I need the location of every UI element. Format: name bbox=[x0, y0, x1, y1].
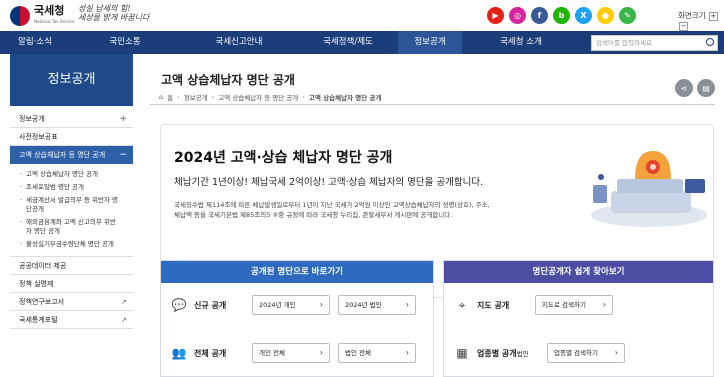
hero-subtitle: 체납기간 1년이상! 체납국세 2억이상! 고액·상습 체납자의 명단을 공개합… bbox=[174, 177, 484, 188]
logo-subtext: National Tax Service bbox=[34, 19, 75, 24]
row-label: 지도 공개 bbox=[477, 300, 510, 310]
row-label: 전체 공개 bbox=[194, 348, 227, 358]
gnb-item-4[interactable]: 정보공개 bbox=[398, 31, 462, 54]
sidebar: 정보공개 정보공개 + 사전정보공표 고액 상습체납자 등 명단 공개 − 고액… bbox=[10, 54, 133, 377]
breadcrumb-item[interactable]: 정보공개 bbox=[184, 92, 208, 102]
gnb-item-2[interactable]: 국세신고안내 bbox=[180, 31, 298, 54]
sidebar-title: 정보공개 bbox=[10, 54, 133, 106]
search-helper-card: 명단공개자 쉽게 찾아보기 ⌖ 지도 공개 지도로 검색하기 › ▦ 업종별 공개… bbox=[443, 260, 714, 377]
gnb-item-0[interactable]: 알림·소식 bbox=[0, 31, 70, 54]
hero-title: 2024년 고액·상습 체납자 명단 공개 bbox=[174, 150, 393, 166]
chevron-right-icon: › bbox=[319, 300, 323, 309]
breadcrumb-item[interactable]: 홈 bbox=[167, 92, 173, 102]
card-header: 공개된 명단으로 바로가기 bbox=[161, 261, 433, 283]
sidebar-item-policy-name[interactable]: 정책 실명제 bbox=[10, 275, 133, 293]
all-corporate-button[interactable]: 법인 전체 › bbox=[338, 343, 416, 363]
page-tools: ⋖ ▤ bbox=[675, 79, 715, 97]
new-individual-button[interactable]: 2024년 개인 › bbox=[252, 295, 330, 315]
building-icon: ▦ bbox=[456, 346, 468, 360]
sidebar-item-tax-statistics[interactable]: 국세통계포털 ↗ bbox=[10, 311, 133, 329]
chevron-right-icon: › bbox=[319, 348, 323, 357]
row-label: 업종별 공개법인 bbox=[477, 348, 529, 358]
sns-links: ▶ ◎ f b X ● ✎ bbox=[487, 7, 636, 24]
page: 국세청 National Tax Service 성실 납세의 힘! 세상을 밝… bbox=[0, 0, 724, 377]
divider bbox=[150, 104, 715, 105]
new-corporate-button[interactable]: 2024년 법인 › bbox=[338, 295, 416, 315]
sidebar-item-public-data[interactable]: 공공데이터 제공 bbox=[10, 257, 133, 275]
breadcrumb-item[interactable]: 고액 상습체납자 등 명단 공개 bbox=[218, 92, 298, 102]
people-icon: 👥 bbox=[171, 346, 187, 360]
main-content: 고액 상습체납자 명단 공개 ⌂ 홈 › 정보공개 › 고액 상습체납자 등 명… bbox=[150, 54, 724, 377]
sidebar-item-info-disclosure[interactable]: 정보공개 + bbox=[10, 110, 133, 128]
facebook-icon[interactable]: f bbox=[531, 7, 548, 24]
external-link-icon: ↗ bbox=[121, 316, 127, 324]
chat-bubble-icon: 💬 bbox=[171, 298, 187, 312]
hero-description: 국세징수법 제114조에 따른 체납발생일로부터 1년이 지난 국세가 2억원 … bbox=[174, 201, 490, 219]
instagram-icon[interactable]: ◎ bbox=[509, 7, 526, 24]
taegeuk-logo-icon bbox=[10, 6, 30, 26]
map-search-button[interactable]: 지도로 검색하기 › bbox=[535, 295, 613, 315]
search-icon[interactable] bbox=[706, 38, 714, 46]
minus-icon: − bbox=[119, 150, 127, 160]
chevron-right-icon: › bbox=[405, 300, 409, 309]
sidebar-subitem[interactable]: 해외금융계좌 고액 신고의무 위반자 명단 공개 bbox=[10, 218, 118, 236]
font-size-label: 화면크기 bbox=[678, 11, 706, 20]
sidebar-subitem[interactable]: 조세포탈범 명단 공개 bbox=[10, 183, 133, 192]
sidebar-item-prior-disclosure[interactable]: 사전정보공표 bbox=[10, 128, 133, 146]
font-minus-button[interactable]: − bbox=[679, 22, 688, 31]
breadcrumb: ⌂ 홈 › 정보공개 › 고액 상습체납자 등 명단 공개 › 고액 상습체납자… bbox=[159, 92, 381, 102]
gnb-item-3[interactable]: 국세정책/제도 bbox=[298, 31, 398, 54]
slogan: 성실 납세의 힘! 세상을 밝게 바꿉니다 bbox=[78, 4, 150, 22]
youtube-icon[interactable]: ▶ bbox=[487, 7, 504, 24]
all-individual-button[interactable]: 개인 전체 › bbox=[252, 343, 330, 363]
new-disclosure-row: 💬 신규 공개 2024년 개인 › 2024년 법인 › bbox=[161, 289, 435, 321]
chevron-right-icon: › bbox=[614, 348, 618, 357]
chevron-right-icon: › bbox=[302, 93, 305, 101]
search-input[interactable]: 검색어를 입력하세요 bbox=[591, 35, 718, 51]
font-size-control: 화면크기 + − bbox=[678, 10, 724, 31]
sidebar-subitem[interactable]: 고액 상습체납자 명단 공개 bbox=[10, 170, 133, 179]
nts-logo[interactable]: 국세청 National Tax Service bbox=[10, 5, 75, 27]
card-header: 명단공개자 쉽게 찾아보기 bbox=[444, 261, 713, 283]
x-icon[interactable]: X bbox=[575, 7, 592, 24]
all-disclosure-row: 👥 전체 공개 개인 전체 › 법인 전체 › bbox=[161, 337, 435, 369]
industry-search-button[interactable]: 업종별 검색하기 › bbox=[547, 343, 625, 363]
kakao-icon[interactable]: ● bbox=[597, 7, 614, 24]
blog-icon[interactable]: b bbox=[553, 7, 570, 24]
sidebar-item-delinquent-list[interactable]: 고액 상습체납자 등 명단 공개 − bbox=[10, 146, 133, 164]
chevron-right-icon: › bbox=[211, 93, 215, 101]
font-plus-button[interactable]: + bbox=[709, 12, 718, 21]
chevron-right-icon: › bbox=[602, 300, 606, 309]
chat-icon[interactable]: ✎ bbox=[619, 7, 636, 24]
sidebar-subitem[interactable]: 불성실기부금수령단체 명단 공개 bbox=[10, 240, 118, 249]
top-header: 국세청 National Tax Service 성실 납세의 힘! 세상을 밝… bbox=[0, 0, 724, 31]
page-title: 고액 상습체납자 명단 공개 bbox=[161, 73, 295, 87]
gnb-item-5[interactable]: 국세청 소개 bbox=[462, 31, 580, 54]
sidebar-subitem[interactable]: 세금계산서 발급의무 등 위반자 명단공개 bbox=[10, 196, 118, 214]
external-link-icon: ↗ bbox=[121, 298, 127, 306]
industry-disclosure-row: ▦ 업종별 공개법인 업종별 검색하기 › bbox=[444, 337, 715, 369]
share-icon[interactable]: ⋖ bbox=[675, 79, 693, 97]
gnb-item-1[interactable]: 국민소통 bbox=[70, 31, 180, 54]
sidebar-item-policy-reports[interactable]: 정책연구보고서 ↗ bbox=[10, 293, 133, 311]
chevron-right-icon: › bbox=[405, 348, 409, 357]
map-pin-icon: ⌖ bbox=[458, 298, 466, 312]
quick-link-card: 공개된 명단으로 바로가기 💬 신규 공개 2024년 개인 › 2024년 법인… bbox=[160, 260, 434, 377]
breadcrumb-item[interactable]: 고액 상습체납자 명단 공개 bbox=[309, 92, 382, 102]
chevron-right-icon: › bbox=[177, 93, 180, 101]
map-disclosure-row: ⌖ 지도 공개 지도로 검색하기 › bbox=[444, 289, 715, 321]
home-icon[interactable]: ⌂ bbox=[159, 93, 163, 101]
plus-icon: + bbox=[119, 114, 127, 124]
siren-illustration-icon bbox=[591, 151, 707, 227]
print-icon[interactable]: ▤ bbox=[697, 79, 715, 97]
row-label: 신규 공개 bbox=[194, 300, 227, 310]
